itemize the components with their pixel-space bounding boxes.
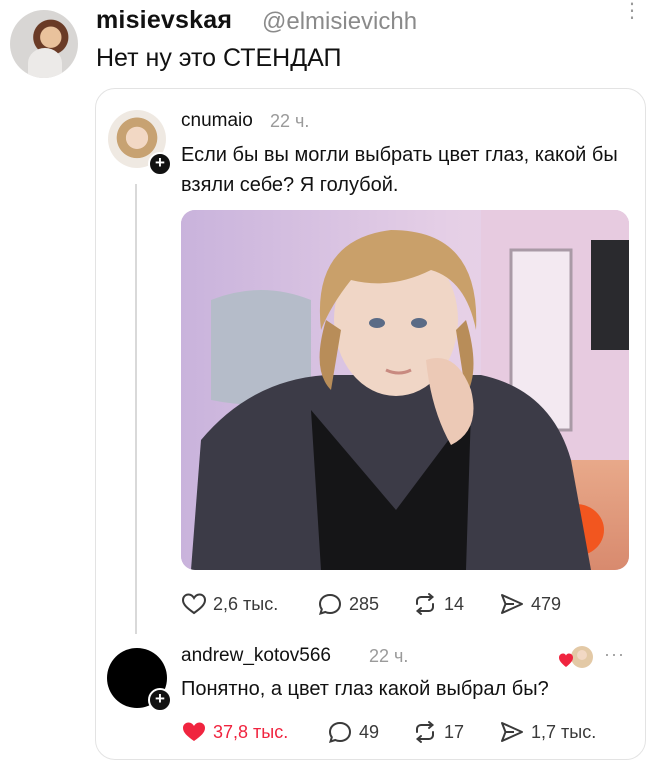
outer-post-text: Нет ну это СТЕНДАП	[96, 44, 342, 72]
share-icon	[501, 594, 523, 614]
reply-reply-count: 49	[359, 721, 380, 742]
repost-button[interactable]: 14	[412, 592, 464, 616]
reply-repost-button[interactable]: 17	[412, 720, 464, 744]
more-options-icon[interactable]: ⋮	[622, 1, 642, 36]
thread-connector-line	[135, 184, 137, 634]
reply-like-button[interactable]: 37,8 тыс.	[181, 720, 288, 744]
outer-author-avatar[interactable]	[10, 10, 78, 78]
reply-count: 285	[349, 593, 380, 614]
reply-button[interactable]: 285	[317, 592, 379, 616]
reply-author-name[interactable]: andrew_kotov566	[181, 645, 331, 667]
reply-text: Понятно, а цвет глаз какой выбрал бы?	[181, 678, 549, 700]
heart-icon	[181, 593, 207, 615]
repost-icon	[415, 721, 435, 743]
author-liked-avatar-icon	[558, 645, 594, 671]
reply-share-button[interactable]: 1,7 тыс.	[499, 720, 596, 744]
reply-repost-count: 17	[444, 721, 465, 742]
repost-count: 14	[444, 593, 465, 614]
reply-like-count: 37,8 тыс.	[213, 721, 289, 742]
reply-time: 22 ч.	[369, 646, 409, 666]
heart-filled-icon	[183, 722, 205, 741]
quoted-author-name[interactable]: cnumaio	[181, 110, 253, 132]
follow-plus-icon[interactable]: +	[148, 688, 172, 712]
reply-share-count: 1,7 тыс.	[531, 721, 597, 742]
quoted-post-time: 22 ч.	[270, 111, 310, 131]
share-button[interactable]: 479	[499, 592, 561, 616]
like-button[interactable]: 2,6 тыс.	[181, 592, 278, 616]
reply-more-icon[interactable]: ···	[604, 644, 625, 665]
follow-plus-icon[interactable]: +	[148, 152, 172, 176]
reply-icon	[318, 593, 342, 616]
repost-icon	[415, 593, 435, 615]
outer-author-handle[interactable]: @elmisievichh	[262, 8, 417, 36]
reply-icon	[328, 721, 352, 744]
reply-reply-button[interactable]: 49	[327, 720, 379, 744]
like-count: 2,6 тыс.	[213, 593, 279, 614]
quoted-post-text: Если бы вы могли выбрать цвет глаз, како…	[181, 144, 618, 196]
share-count: 479	[531, 593, 562, 614]
selfie-photo-image	[181, 210, 629, 570]
share-icon	[501, 722, 523, 742]
post-photo[interactable]	[181, 210, 629, 570]
outer-author-name[interactable]: misievskaя	[96, 6, 232, 35]
